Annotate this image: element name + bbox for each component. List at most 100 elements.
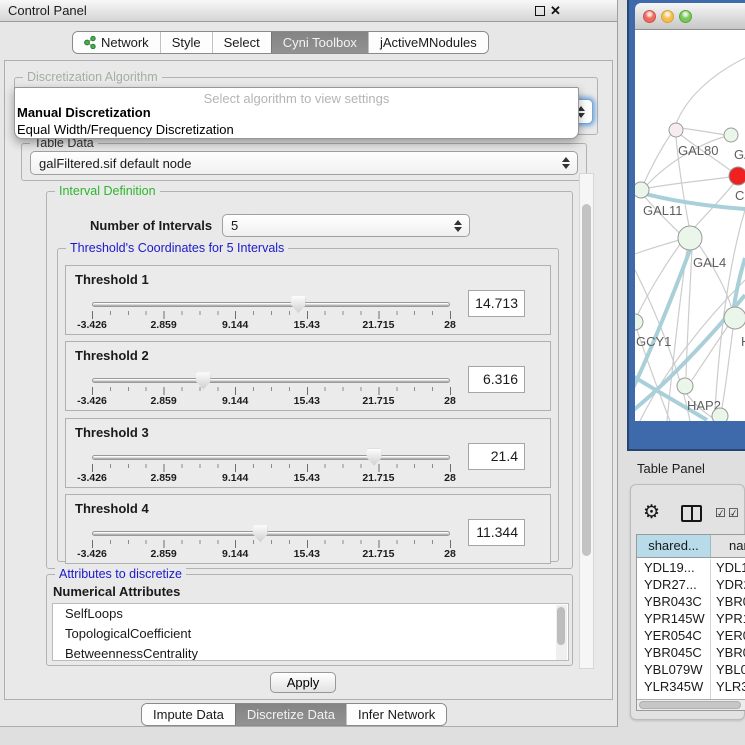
split-columns-icon[interactable] (681, 505, 702, 522)
checkbox-all-icon[interactable]: ☑ (715, 506, 726, 520)
network-edge (638, 243, 681, 314)
table-data-combobox[interactable]: galFiltered.sif default node (30, 151, 578, 175)
table-row[interactable]: YBL079WYBL0 (637, 661, 745, 678)
threshold-label: Threshold 2 (75, 348, 149, 363)
cell-name: YDR2 (711, 576, 745, 593)
combo-stepper-icon (454, 220, 462, 232)
table-row[interactable]: YER054CYER0 (637, 627, 745, 644)
network-edge (676, 58, 745, 124)
cell-name: YDL1 (711, 559, 745, 576)
checkbox-all-2-icon[interactable]: ☑ (728, 506, 739, 520)
network-node-gal11[interactable] (635, 182, 649, 198)
table-row[interactable]: YBR045CYBR0 (637, 644, 745, 661)
tick-label: 9.144 (222, 548, 248, 560)
tick-label: 28 (444, 395, 456, 407)
threshold-label: Threshold 1 (75, 272, 149, 287)
network-canvas[interactable]: GAL80GACGAL11GAL4GCY1HHAP2 (635, 30, 745, 421)
close-icon[interactable]: ✕ (550, 3, 561, 19)
tab-discretize-data[interactable]: Discretize Data (235, 704, 346, 725)
attribute-list-item[interactable]: SelfLoops (53, 604, 568, 624)
zoom-traffic-light[interactable] (679, 10, 692, 23)
threshold-value-field[interactable]: 11.344 (468, 519, 525, 546)
tab-label: Cyni Toolbox (283, 35, 357, 50)
tick-label: 28 (444, 319, 456, 331)
table-panel-window: ⚙ ☑ ☑ shared... name YDL19...YDL1YDR27..… (630, 484, 745, 720)
node-attribute-table: shared... name YDL19...YDL1YDR27...YDR2Y… (636, 534, 745, 711)
tick-label: 2.859 (150, 395, 176, 407)
table-row[interactable]: YDL19...YDL1 (637, 559, 745, 576)
cell-shared-name: YPR145W (637, 610, 711, 627)
tick-label: 15.43 (294, 395, 320, 407)
float-window-icon[interactable] (535, 6, 545, 16)
network-node-c[interactable] (729, 167, 745, 185)
tab-style[interactable]: Style (160, 32, 212, 53)
scrollbar-thumb[interactable] (582, 204, 591, 556)
interval-definition-group: Interval Definition Number of Intervals … (46, 191, 573, 569)
apply-button[interactable]: Apply (270, 672, 336, 693)
column-header-name[interactable]: name (711, 535, 745, 557)
threshold-coordinates-title: Threshold's Coordinates for 5 Intervals (66, 241, 288, 255)
threshold-slider[interactable] (92, 455, 450, 460)
threshold-panel: Threshold 4-3.4262.8599.14415.4321.71528… (65, 494, 551, 564)
popup-option-equal-width-frequency[interactable]: Equal Width/Frequency Discretization (17, 122, 234, 137)
network-node-gal80[interactable] (669, 123, 683, 137)
threshold-value-field[interactable]: 14.713 (468, 290, 525, 317)
network-node-unlabeled[interactable] (712, 408, 728, 421)
slider-major-ticks (92, 540, 451, 548)
tick-label: 9.144 (222, 395, 248, 407)
threshold-slider[interactable] (92, 378, 450, 383)
tick-label: 21.715 (362, 319, 394, 331)
table-row[interactable]: YBR043CYBR0 (637, 593, 745, 610)
network-node-gal4[interactable] (678, 226, 702, 250)
table-row[interactable]: YPR145WYPR1 (637, 610, 745, 627)
cell-shared-name: YDR27... (637, 576, 711, 593)
tick-label: -3.426 (77, 395, 107, 407)
table-row[interactable]: YDR27...YDR2 (637, 576, 745, 593)
tab-impute-data[interactable]: Impute Data (142, 704, 235, 725)
tick-label: 9.144 (222, 472, 248, 484)
tab-cyni-toolbox[interactable]: Cyni Toolbox (271, 32, 368, 53)
attributes-group-title: Attributes to discretize (55, 567, 186, 581)
scrollbar-thumb[interactable] (557, 607, 565, 645)
settings-gear-icon[interactable]: ⚙ (643, 501, 660, 524)
threshold-panel: Threshold 2-3.4262.8599.14415.4321.71528… (65, 341, 551, 411)
threshold-coordinates-group: Threshold's Coordinates for 5 Intervals … (57, 248, 559, 562)
tab-select[interactable]: Select (212, 32, 271, 53)
table-horizontal-scrollbar[interactable] (637, 699, 745, 710)
numerical-attributes-list[interactable]: SelfLoopsTopologicalCoefficientBetweenne… (52, 603, 569, 661)
cell-name: YLR3 (711, 678, 745, 695)
tick-label: 21.715 (362, 472, 394, 484)
cell-name: YBL0 (711, 661, 745, 678)
threshold-slider[interactable] (92, 531, 450, 536)
minimize-traffic-light[interactable] (661, 10, 674, 23)
network-node-ga[interactable] (724, 128, 738, 142)
popup-option-manual-discretization[interactable]: Manual Discretization (17, 105, 151, 120)
tab-jactivemnodules[interactable]: jActiveMNodules (368, 32, 488, 53)
tick-label: -3.426 (77, 319, 107, 331)
threshold-slider[interactable] (92, 302, 450, 307)
table-row[interactable]: YLR345WYLR3 (637, 678, 745, 695)
threshold-value-field[interactable]: 21.4 (468, 443, 525, 470)
threshold-value-field[interactable]: 6.316 (468, 366, 525, 393)
cyni-toolbox-panel: Discretization Algorithm Select algorith… (4, 60, 613, 700)
close-traffic-light[interactable] (643, 10, 656, 23)
network-node-hap2[interactable] (677, 378, 693, 394)
column-header-shared-name[interactable]: shared... (637, 535, 711, 557)
attributes-list-scrollbar[interactable] (556, 605, 567, 661)
network-node-h[interactable] (724, 307, 745, 329)
slider-tick-labels: -3.4262.8599.14415.4321.71528 (92, 472, 450, 484)
interval-definition-title: Interval Definition (55, 184, 160, 198)
tab-infer-network[interactable]: Infer Network (346, 704, 446, 725)
tick-label: 2.859 (150, 319, 176, 331)
attribute-list-item[interactable]: TopologicalCoefficient (53, 624, 568, 644)
settings-vertical-scrollbar[interactable] (579, 173, 594, 669)
network-node-label: GCY1 (636, 334, 671, 349)
slider-tick-labels: -3.4262.8599.14415.4321.71528 (92, 548, 450, 560)
attribute-list-item[interactable]: BetweennessCentrality (53, 644, 568, 661)
network-node-gcy1[interactable] (635, 314, 643, 330)
tick-label: 15.43 (294, 319, 320, 331)
tab-network[interactable]: Network (73, 32, 160, 53)
number-of-intervals-combobox[interactable]: 5 (222, 214, 470, 237)
scrollbar-thumb[interactable] (639, 701, 741, 709)
tick-label: 15.43 (294, 472, 320, 484)
